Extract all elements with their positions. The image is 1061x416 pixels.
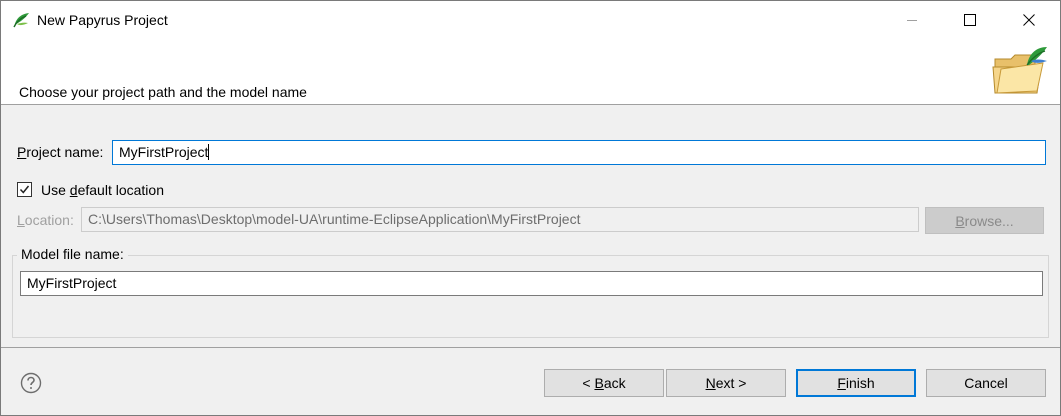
close-button[interactable]: [1006, 1, 1052, 39]
next-button[interactable]: Next >: [666, 369, 786, 397]
window-title: New Papyrus Project: [37, 12, 168, 28]
checkmark-icon: [19, 185, 30, 194]
project-name-label: Project name:: [17, 144, 103, 160]
back-button[interactable]: < Back: [544, 369, 664, 397]
text-cursor: [208, 144, 210, 160]
minimize-icon: [907, 20, 917, 21]
cancel-button[interactable]: Cancel: [926, 369, 1046, 397]
location-input: C:\Users\Thomas\Desktop\model-UA\runtime…: [81, 207, 919, 232]
location-label-text: ocation:: [24, 212, 74, 228]
project-name-mnemonic: P: [17, 144, 27, 160]
model-file-group-title: Model file name:: [17, 246, 128, 262]
close-icon: [1023, 14, 1035, 26]
open-folder-icon: [992, 47, 1047, 94]
cancel-label: Cancel: [964, 375, 1008, 391]
browse-mnemonic: B: [955, 212, 965, 229]
wizard-banner: Choose your project path and the model n…: [1, 39, 1060, 105]
finish-label: inish: [845, 375, 875, 391]
project-name-input[interactable]: MyFirstProject: [112, 140, 1046, 165]
location-value: C:\Users\Thomas\Desktop\model-UA\runtime…: [88, 211, 581, 227]
back-mnemonic: B: [594, 375, 604, 391]
use-default-pre: Use: [41, 182, 70, 198]
browse-label: rowse...: [964, 212, 1014, 229]
project-form: Project name: MyFirstProject Use default…: [1, 105, 1060, 346]
maximize-button[interactable]: [947, 1, 993, 39]
title-bar[interactable]: New Papyrus Project: [1, 1, 1060, 39]
help-icon[interactable]: [20, 372, 42, 394]
back-pre: <: [582, 375, 595, 391]
maximize-icon: [964, 14, 976, 26]
browse-button: Browse...: [925, 207, 1044, 234]
next-label: ext >: [715, 375, 747, 391]
finish-mnemonic: F: [837, 375, 846, 391]
use-default-mnemonic: d: [69, 182, 78, 198]
papyrus-leaf-icon: [13, 13, 29, 28]
location-label: Location:: [17, 212, 74, 228]
model-file-name-input[interactable]: MyFirstProject: [20, 271, 1043, 296]
new-papyrus-project-dialog: New Papyrus Project Choose your project …: [0, 0, 1061, 416]
project-name-value: MyFirstProject: [119, 144, 209, 160]
finish-button[interactable]: Finish: [796, 369, 916, 397]
use-default-post: efault location: [77, 182, 164, 198]
use-default-location-label[interactable]: Use default location: [41, 182, 164, 198]
project-name-label-text: roject name:: [26, 144, 104, 160]
banner-message: Choose your project path and the model n…: [19, 84, 307, 100]
model-file-value: MyFirstProject: [27, 275, 117, 291]
minimize-button[interactable]: [889, 1, 935, 39]
back-label: ack: [603, 375, 626, 391]
footer-separator: [1, 347, 1060, 348]
model-file-group: [12, 255, 1049, 338]
location-mnemonic: L: [17, 212, 25, 228]
use-default-location-checkbox[interactable]: [17, 182, 32, 197]
next-mnemonic: N: [705, 375, 716, 391]
